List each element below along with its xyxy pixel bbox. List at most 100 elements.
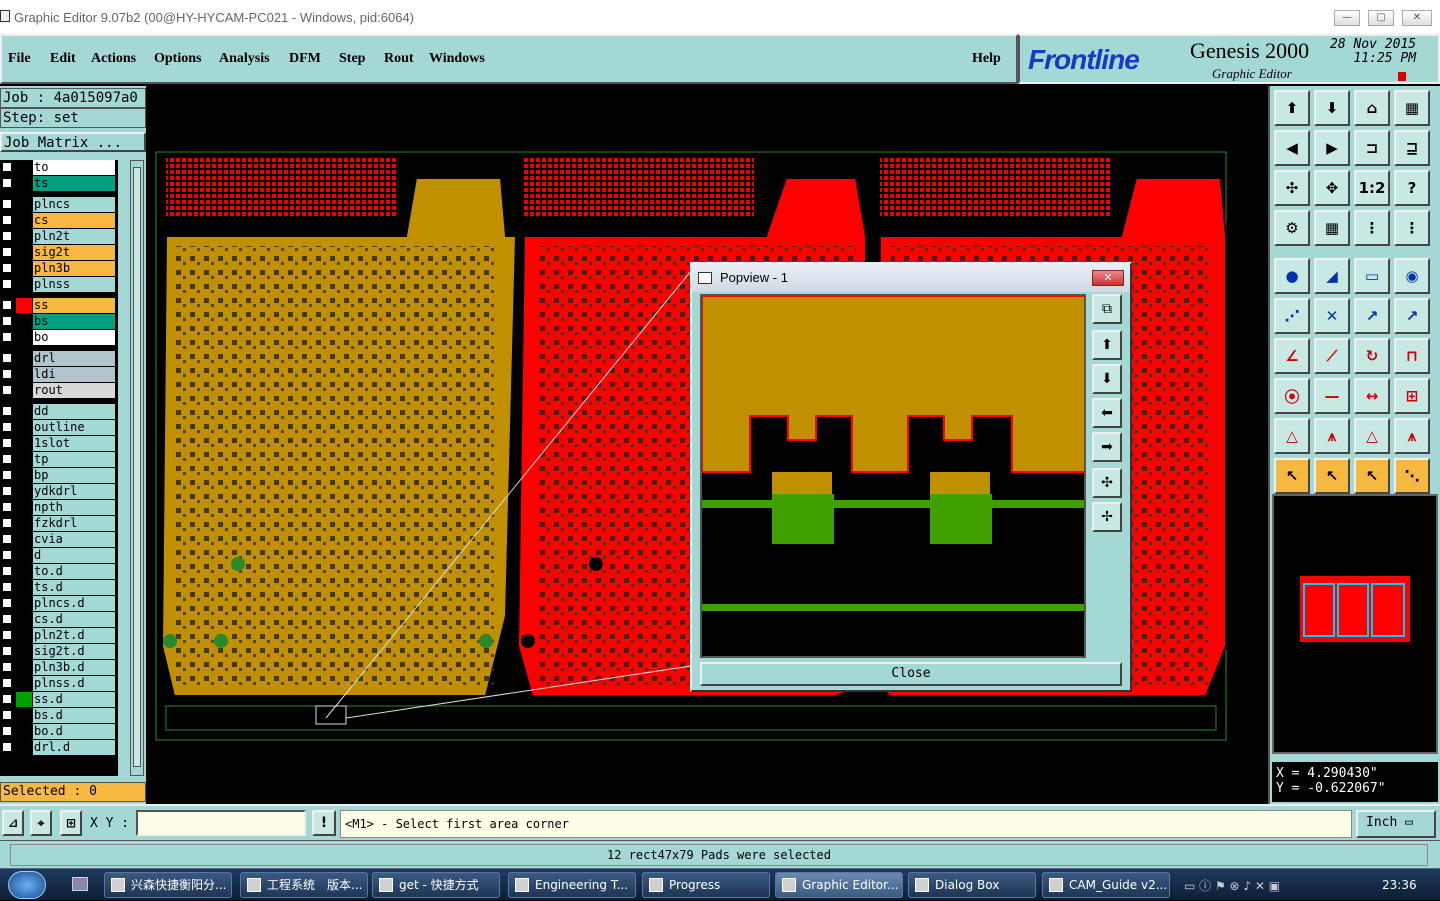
layer-name[interactable]: d [33, 548, 115, 563]
layer-name[interactable]: rout [33, 383, 115, 398]
layer-name[interactable]: cs.d [33, 612, 115, 627]
layer-row-cvia[interactable]: cvia [0, 532, 118, 547]
rotate-icon[interactable]: ↻ [1354, 338, 1390, 374]
layer-row-to[interactable]: to [0, 160, 118, 175]
layer-color-swatch[interactable] [16, 612, 32, 627]
layer-checkbox[interactable] [2, 662, 12, 672]
layer-row-bs-d[interactable]: bs.d [0, 708, 118, 723]
layer-color-swatch[interactable] [16, 176, 32, 191]
layer-color-swatch[interactable] [16, 245, 32, 260]
layer-a-icon[interactable]: ⋮ [1354, 210, 1390, 246]
layer-name[interactable]: 1slot [33, 436, 115, 451]
layer-color-swatch[interactable] [16, 229, 32, 244]
taskbar-item[interactable]: 工程系统 版本... [240, 872, 368, 898]
layer-checkbox[interactable] [2, 263, 12, 273]
layer-color-swatch[interactable] [16, 596, 32, 611]
layer-row-1slot[interactable]: 1slot [0, 436, 118, 451]
minimize-button[interactable]: — [1334, 10, 1360, 26]
layer-checkbox[interactable] [2, 598, 12, 608]
layer-row-ss-d[interactable]: ss.d [0, 692, 118, 707]
move-icon[interactable]: ⦿ [1274, 378, 1310, 414]
layer-checkbox[interactable] [2, 646, 12, 656]
layer-name[interactable]: cvia [33, 532, 115, 547]
layer-color-swatch[interactable] [16, 644, 32, 659]
taskbar-item[interactable]: get - 快捷方式 [372, 872, 500, 898]
taskbar-item[interactable]: Graphic Editor... [775, 872, 903, 898]
layer-color-swatch[interactable] [16, 484, 32, 499]
maximize-button[interactable]: ▢ [1368, 10, 1394, 26]
grid-icon[interactable]: ⊞ [60, 810, 82, 836]
layer-row-bo[interactable]: bo [0, 330, 118, 345]
menu-actions[interactable]: Actions [91, 51, 136, 67]
layer-checkbox[interactable] [2, 215, 12, 225]
layer-name[interactable]: npth [33, 500, 115, 515]
layer-color-swatch[interactable] [16, 404, 32, 419]
layer-checkbox[interactable] [2, 518, 12, 528]
popview-close-button[interactable]: Close [700, 662, 1122, 686]
layer-checkbox[interactable] [2, 162, 12, 172]
layer-checkbox[interactable] [2, 534, 12, 544]
layer-scrollbar[interactable] [130, 160, 144, 776]
taskbar-item[interactable]: Progress [642, 872, 770, 898]
layer-row-sig2t-d[interactable]: sig2t.d [0, 644, 118, 659]
layer-name[interactable]: dd [33, 404, 115, 419]
layer-name[interactable]: tp [33, 452, 115, 467]
layer-name[interactable]: bo [33, 330, 115, 345]
layer-row-drl-d[interactable]: drl.d [0, 740, 118, 755]
layer-row-tp[interactable]: tp [0, 452, 118, 467]
layer-checkbox[interactable] [2, 614, 12, 624]
layer-name[interactable]: bs [33, 314, 115, 329]
layer-name[interactable]: pln3b.d [33, 660, 115, 675]
layer-color-swatch[interactable] [16, 367, 32, 382]
copy-icon[interactable]: ⊞ [1394, 378, 1430, 414]
layer-color-swatch[interactable] [16, 532, 32, 547]
layer-b-icon[interactable]: ⋮ [1394, 210, 1430, 246]
layer-color-swatch[interactable] [16, 383, 32, 398]
layer-name[interactable]: ts [33, 176, 115, 191]
layer-row-plncs[interactable]: plncs [0, 197, 118, 212]
layer-checkbox[interactable] [2, 694, 12, 704]
job-matrix-button[interactable]: Job Matrix ... [0, 132, 146, 152]
layer-checkbox[interactable] [2, 550, 12, 560]
layer-checkbox[interactable] [2, 438, 12, 448]
arrow-diag-icon[interactable]: ↗ [1394, 298, 1430, 334]
layout-icon[interactable]: ▦ [1394, 90, 1430, 126]
layer-name[interactable]: bs.d [33, 708, 115, 723]
pointer-box-icon[interactable]: ↖ [1314, 458, 1350, 494]
save-icon[interactable]: ⬇ [1314, 90, 1350, 126]
close-window-button[interactable]: ✕ [1402, 10, 1432, 26]
layer-name[interactable]: pln3b [33, 261, 115, 276]
left-frame-icon[interactable]: ◀ [1274, 130, 1310, 166]
layer-row-ss[interactable]: ss [0, 298, 118, 313]
layer-color-swatch[interactable] [16, 160, 32, 175]
layer-row-rout[interactable]: rout [0, 383, 118, 398]
layer-checkbox[interactable] [2, 369, 12, 379]
zoom-out-icon[interactable]: ✢ [1092, 502, 1122, 532]
layer-name[interactable]: sig2t.d [33, 644, 115, 659]
layer-row-pln3b[interactable]: pln3b [0, 261, 118, 276]
taskbar-item[interactable]: 兴森快捷衡阳分... [104, 872, 232, 898]
layer-checkbox[interactable] [2, 422, 12, 432]
layer-color-swatch[interactable] [16, 298, 32, 313]
layer-checkbox[interactable] [2, 178, 12, 188]
layer-name[interactable]: pln2t.d [33, 628, 115, 643]
layer-name[interactable]: drl [33, 351, 115, 366]
layer-name[interactable]: sig2t [33, 245, 115, 260]
triangle-d-icon[interactable]: ⩚ [1394, 418, 1430, 454]
layer-name[interactable]: plncs [33, 197, 115, 212]
menu-windows[interactable]: Windows [429, 51, 485, 67]
tray-icons[interactable]: ▭ ⓘ ⚑ ⊗ ♪ ✕ ▣ [1184, 877, 1280, 894]
layer-name[interactable]: outline [33, 420, 115, 435]
pad-icon[interactable]: ● [1274, 258, 1310, 294]
pan-down-icon[interactable]: ⬇ [1092, 364, 1122, 394]
pointer-select-icon[interactable]: ↖ [1354, 458, 1390, 494]
layer-checkbox[interactable] [2, 353, 12, 363]
layer-name[interactable]: plncs.d [33, 596, 115, 611]
layer-name[interactable]: cs [33, 213, 115, 228]
layer-checkbox[interactable] [2, 742, 12, 752]
layer-row-plnss-d[interactable]: plnss.d [0, 676, 118, 691]
layer-row-npth[interactable]: npth [0, 500, 118, 515]
settings-icon[interactable]: ⚙ [1274, 210, 1310, 246]
menu-rout[interactable]: Rout [384, 51, 414, 67]
layer-row-ts-d[interactable]: ts.d [0, 580, 118, 595]
